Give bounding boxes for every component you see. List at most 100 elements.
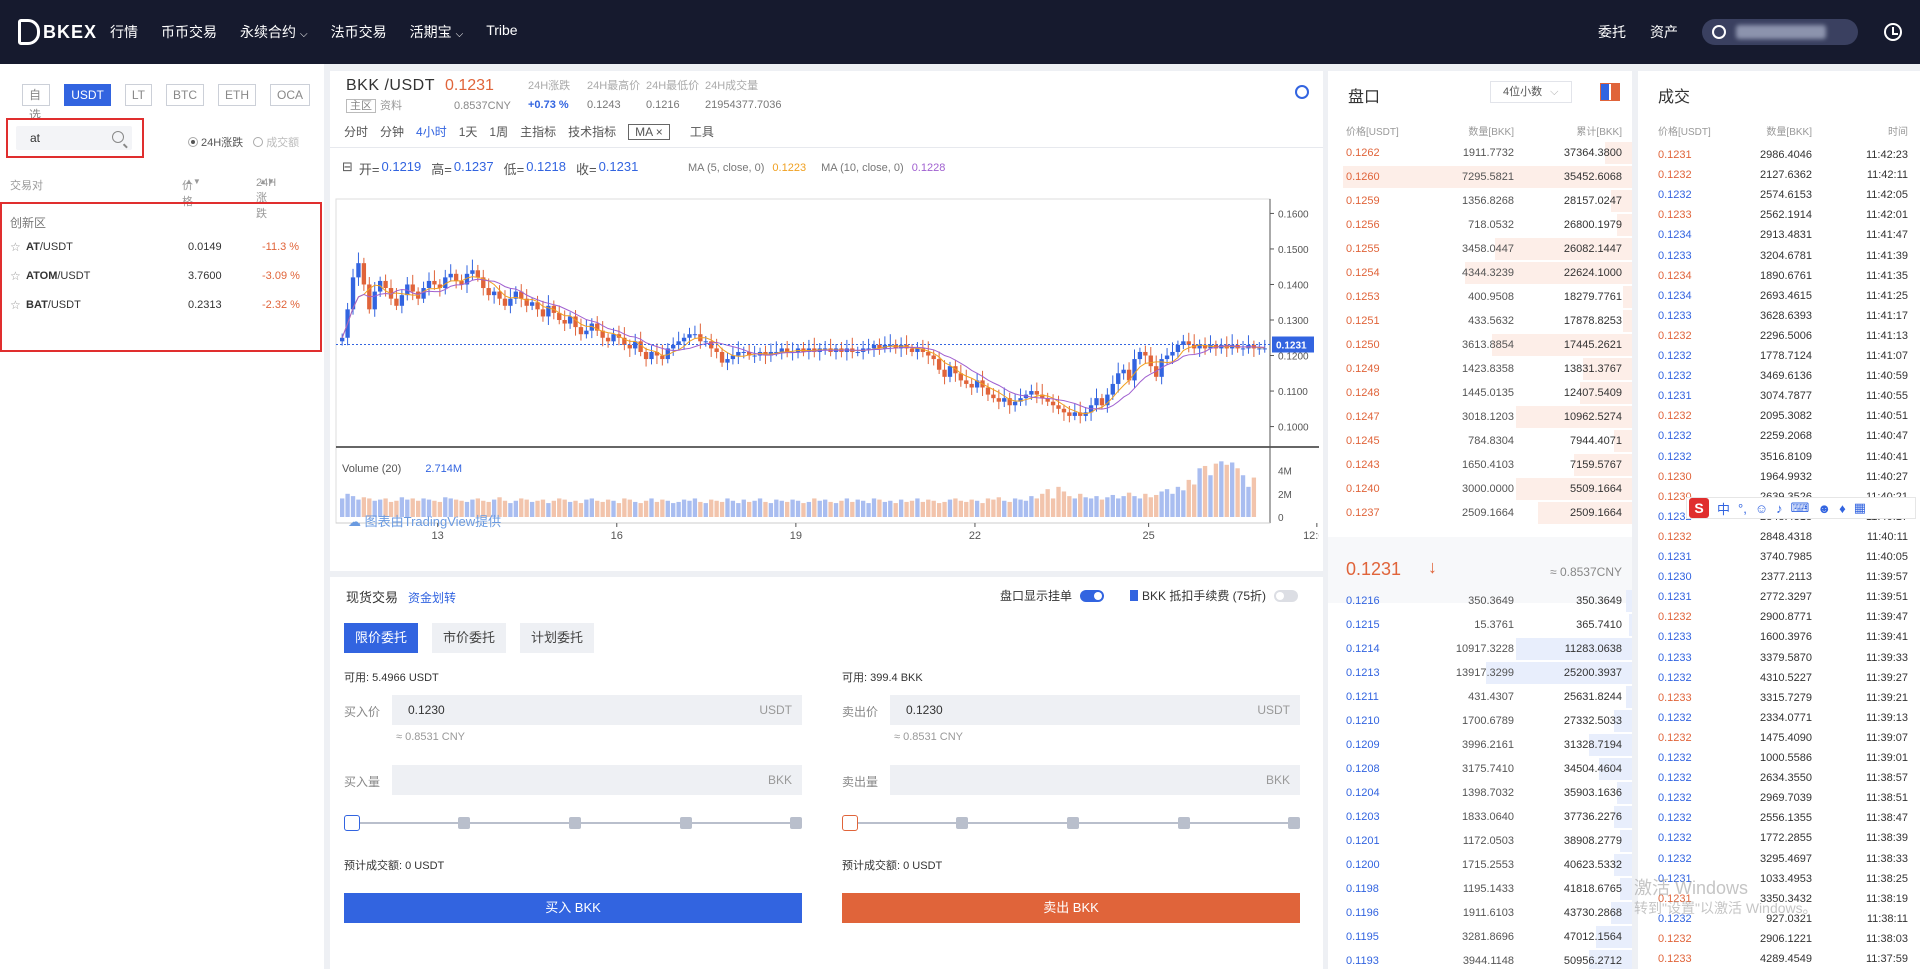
slider-handle[interactable]	[842, 815, 858, 831]
market-tab[interactable]: BTC	[165, 84, 204, 106]
ime-toolbar[interactable]: S 中 °, ☺ ♪ ⌨ ☻ ♦ ▦	[1686, 497, 1916, 519]
ask-row[interactable]: 0.1262 1911.7732 37364.3800	[1328, 141, 1632, 165]
slider-step[interactable]	[956, 817, 968, 829]
ask-row[interactable]: 0.1251 433.5632 17878.8253	[1328, 309, 1632, 333]
slider-handle[interactable]	[344, 815, 360, 831]
search-icon[interactable]	[112, 131, 124, 143]
nav-item[interactable]: 币币交易	[161, 22, 217, 42]
buy-button[interactable]: 买入 BKK	[344, 893, 802, 923]
collapse-legend-icon[interactable]: ⊟	[342, 159, 353, 178]
bid-row[interactable]: 0.1209 3996.2161 31328.7194	[1328, 733, 1632, 757]
buy-percent-slider[interactable]	[344, 815, 802, 831]
ime-emoji-icon[interactable]: ☺	[1755, 501, 1768, 516]
star-icon[interactable]: ☆	[10, 269, 21, 283]
chart-settings-icon[interactable]	[1295, 85, 1309, 99]
ma-indicator-tag[interactable]: MA ×	[628, 123, 670, 140]
ask-row[interactable]: 0.1237 2509.1664 2509.1664	[1328, 501, 1632, 525]
timeframe-button[interactable]: 主指标	[520, 123, 556, 140]
ask-row[interactable]: 0.1254 4344.3239 22624.1000	[1328, 261, 1632, 285]
sell-qty-input[interactable]: BKK	[890, 765, 1300, 795]
bid-row[interactable]: 0.1203 1833.0640 37736.2276	[1328, 805, 1632, 829]
ime-punct-icon[interactable]: °,	[1738, 501, 1747, 516]
pair-row[interactable]: ☆ ATOM/USDT 3.7600 -3.09 %	[10, 267, 316, 287]
ask-row[interactable]: 0.1249 1423.8358 13831.3767	[1328, 357, 1632, 381]
candlestick-chart[interactable]: 0.1600 0.1500 0.1400 0.1300 0.1200 0.1100 0.10…	[334, 149, 1319, 565]
bid-row[interactable]: 0.1198 1195.1433 41818.6765	[1328, 877, 1632, 901]
bid-row[interactable]: 0.1216 350.3649 350.3649	[1328, 589, 1632, 613]
ime-skin-icon[interactable]: ♦	[1839, 501, 1846, 516]
sort-radio-change[interactable]: 24H涨跌	[188, 134, 243, 150]
ime-keyboard-icon[interactable]: ⌨	[1791, 500, 1810, 516]
timeframe-button[interactable]: 1周	[489, 123, 508, 140]
ime-mic-icon[interactable]: ♪	[1776, 501, 1783, 516]
logo[interactable]: BKEX	[18, 16, 98, 48]
slider-step[interactable]	[458, 817, 470, 829]
slider-step[interactable]	[680, 817, 692, 829]
ask-row[interactable]: 0.1247 3018.1203 10962.5274	[1328, 405, 1632, 429]
bid-row[interactable]: 0.1213 13917.3299 25200.3937	[1328, 661, 1632, 685]
timeframe-button[interactable]: 1天	[459, 123, 478, 140]
nav-item[interactable]: Tribe	[486, 22, 517, 42]
pair-row[interactable]: ☆ BAT/USDT 0.2313 -2.32 %	[10, 296, 316, 316]
close-icon[interactable]: ×	[652, 125, 663, 139]
ime-chinese-icon[interactable]: 中	[1717, 499, 1730, 518]
bid-row[interactable]: 0.1196 1911.6103 43730.2868	[1328, 901, 1632, 925]
bid-row[interactable]: 0.1204 1398.7032 35903.1636	[1328, 781, 1632, 805]
slider-step[interactable]	[790, 817, 802, 829]
nav-item[interactable]: 行情	[110, 22, 138, 42]
nav-assets-link[interactable]: 资产	[1650, 22, 1678, 42]
ask-row[interactable]: 0.1260 7295.5821 35452.6068	[1328, 165, 1632, 189]
timeframe-button[interactable]: 分时	[344, 123, 368, 140]
market-tab[interactable]: LT	[124, 84, 152, 106]
market-tab[interactable]: USDT	[64, 84, 111, 106]
sort-radio-volume[interactable]: 成交额	[253, 134, 299, 150]
market-tab[interactable]: ETH	[217, 84, 256, 106]
star-icon[interactable]: ☆	[10, 298, 21, 312]
ask-row[interactable]: 0.1253 400.9508 18279.7761	[1328, 285, 1632, 309]
timeframe-button[interactable]: 技术指标	[568, 123, 616, 140]
ime-user-icon[interactable]: ☻	[1817, 501, 1831, 516]
nav-item[interactable]: 法币交易	[331, 22, 387, 42]
bid-row[interactable]: 0.1193 3944.1148 50956.2712	[1328, 949, 1632, 969]
user-account-button[interactable]	[1702, 19, 1858, 45]
bid-row[interactable]: 0.1210 1700.6789 27332.5033	[1328, 709, 1632, 733]
fee-toggle-switch[interactable]	[1274, 589, 1299, 602]
order-type-tab[interactable]: 计划委托	[520, 623, 595, 653]
ask-row[interactable]: 0.1245 784.8304 7944.4071	[1328, 429, 1632, 453]
sell-percent-slider[interactable]	[842, 815, 1300, 831]
decimals-select[interactable]: 4位小数 ⌵	[1490, 81, 1572, 103]
tools-button[interactable]: 工具	[690, 123, 714, 140]
sell-price-input[interactable]: 0.1230 USDT	[890, 695, 1300, 725]
ask-row[interactable]: 0.1255 3458.0447 26082.1447	[1328, 237, 1632, 261]
nav-orders-link[interactable]: 委托	[1598, 22, 1626, 42]
bid-row[interactable]: 0.1211 431.4307 25631.8244	[1328, 685, 1632, 709]
info-link[interactable]: 资料	[380, 100, 402, 112]
order-type-tab[interactable]: 市价委托	[432, 623, 507, 653]
bid-row[interactable]: 0.1195 3281.8696 47012.1564	[1328, 925, 1632, 949]
bid-row[interactable]: 0.1208 3175.7410 34504.4604	[1328, 757, 1632, 781]
ask-row[interactable]: 0.1248 1445.0135 12407.5409	[1328, 381, 1632, 405]
slider-step[interactable]	[1288, 817, 1300, 829]
ask-row[interactable]: 0.1240 3000.0000 5509.1664	[1328, 477, 1632, 501]
slider-step[interactable]	[1067, 817, 1079, 829]
search-input[interactable]	[16, 126, 106, 150]
transfer-link[interactable]: 资金划转	[408, 591, 456, 605]
book-layout-icon[interactable]	[1600, 83, 1620, 101]
bid-row[interactable]: 0.1215 15.3761 365.7410	[1328, 613, 1632, 637]
tradingview-credit[interactable]: ☁ 图表由TradingView提供	[348, 511, 501, 530]
bid-row[interactable]: 0.1201 1172.0503 38908.2779	[1328, 829, 1632, 853]
ask-row[interactable]: 0.1256 718.0532 26800.1979	[1328, 213, 1632, 237]
order-type-tab[interactable]: 限价委托	[344, 623, 419, 653]
nav-item[interactable]: 永续合约 ⌵	[240, 22, 308, 42]
timeframe-button[interactable]: 4小时	[416, 123, 447, 140]
market-tab[interactable]: 自选	[22, 84, 51, 122]
slider-step[interactable]	[569, 817, 581, 829]
nav-item[interactable]: 活期宝 ⌵	[410, 22, 464, 42]
clock-icon[interactable]	[1884, 23, 1902, 41]
ime-menu-icon[interactable]: ▦	[1854, 500, 1866, 516]
timeframe-button[interactable]: 分钟	[380, 123, 404, 140]
slider-step[interactable]	[1178, 817, 1190, 829]
ask-row[interactable]: 0.1243 1650.4103 7159.5767	[1328, 453, 1632, 477]
bid-row[interactable]: 0.1200 1715.2553 40623.5332	[1328, 853, 1632, 877]
pair-row[interactable]: ☆ AT/USDT 0.0149 -11.3 %	[10, 238, 316, 258]
